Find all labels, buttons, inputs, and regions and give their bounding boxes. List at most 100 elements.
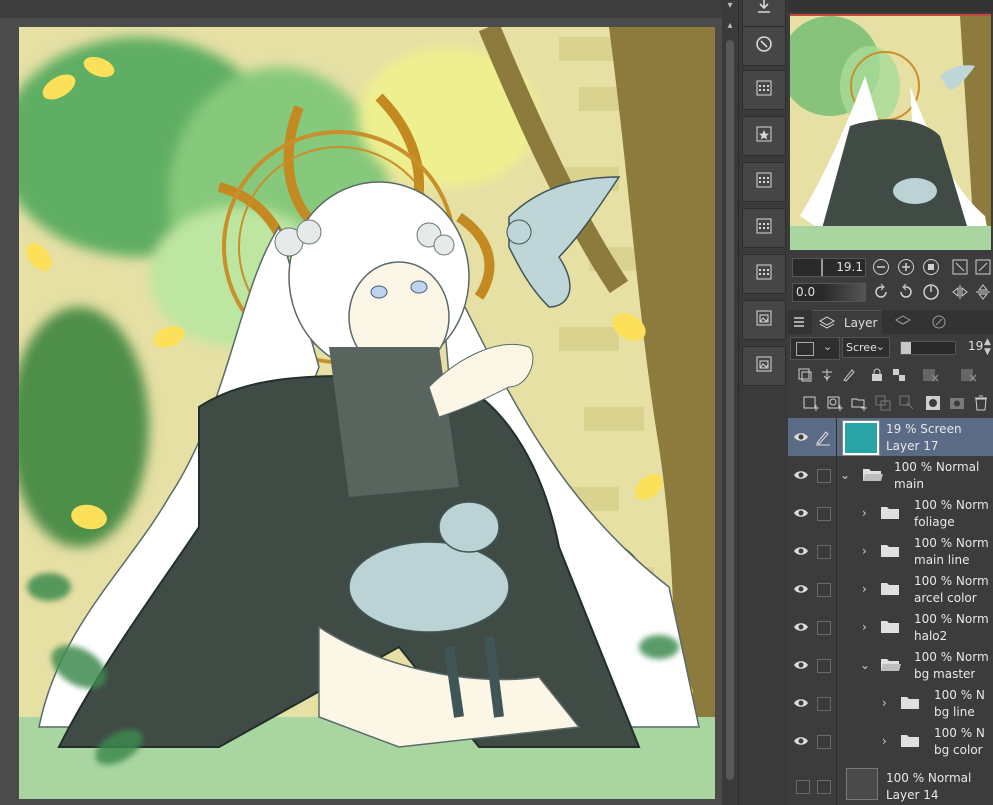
- lock-transparent-icon[interactable]: [890, 366, 908, 384]
- chevron-right-icon[interactable]: ›: [862, 544, 867, 558]
- layer-row-layer-17[interactable]: 19 % Screen Layer 17: [788, 418, 993, 457]
- chevron-right-icon[interactable]: ›: [882, 696, 887, 710]
- blend-mode-value: Scree: [846, 341, 877, 354]
- actual-size-icon[interactable]: [922, 258, 940, 276]
- new-folder-icon[interactable]: [850, 394, 868, 412]
- scroll-up-arrow-icon[interactable]: ▴: [724, 20, 736, 32]
- panel-menu-icon[interactable]: [790, 313, 808, 331]
- layer-name: halo2: [914, 629, 948, 643]
- material-button-4[interactable]: [742, 254, 786, 294]
- eye-icon[interactable]: [792, 732, 810, 750]
- layer-row-bg-color[interactable]: › 100 % N bg color: [788, 722, 993, 761]
- chevron-right-icon[interactable]: ›: [862, 620, 867, 634]
- mask-range-icon[interactable]: [960, 366, 978, 384]
- edit-lock-box[interactable]: [817, 583, 831, 597]
- layer-percent: 100 % Norm: [914, 650, 989, 664]
- layer-row-bg-master[interactable]: ⌄ 100 % Norm bg master: [788, 646, 993, 685]
- layer-row-main[interactable]: ⌄ 100 % Normal main: [788, 456, 993, 495]
- layer-percent: 100 % Norm: [914, 536, 989, 550]
- transfer-down-icon[interactable]: [874, 394, 892, 412]
- edit-lock-box[interactable]: [817, 735, 831, 749]
- blend-color-select[interactable]: ⌄: [790, 337, 840, 360]
- lock-icon[interactable]: [868, 366, 886, 384]
- edit-lock-box[interactable]: [817, 507, 831, 521]
- eye-icon[interactable]: [792, 618, 810, 636]
- chevron-down-icon[interactable]: ⌄: [860, 658, 870, 672]
- search-layer-icon: [930, 313, 948, 331]
- layer-row-bg-line[interactable]: › 100 % N bg line: [788, 684, 993, 723]
- chevron-right-icon[interactable]: ›: [882, 734, 887, 748]
- tab-search[interactable]: [924, 310, 954, 334]
- eye-icon[interactable]: [792, 466, 810, 484]
- canvas-scrollbar[interactable]: ▾ ▴: [722, 0, 738, 805]
- zoom-slider[interactable]: 19.1: [792, 258, 866, 277]
- eye-icon[interactable]: [792, 656, 810, 674]
- edit-lock-box[interactable]: [817, 780, 831, 794]
- scroll-thumb[interactable]: [726, 40, 734, 780]
- chevron-right-icon[interactable]: ›: [862, 582, 867, 596]
- artwork-illustration: [19, 27, 715, 799]
- spinner-icon[interactable]: ▲ ▼: [984, 337, 991, 357]
- apply-mask-icon[interactable]: [948, 394, 966, 412]
- scroll-up-icon[interactable]: ▾: [724, 0, 736, 12]
- navigator-button[interactable]: [742, 26, 786, 66]
- download-button[interactable]: [742, 0, 786, 28]
- canvas-top-bar: [0, 0, 724, 18]
- navigator-preview[interactable]: [790, 14, 991, 250]
- reference-layer-icon[interactable]: [818, 366, 836, 384]
- layer-row-layer-14[interactable]: 100 % Normal Layer 14: [788, 760, 993, 805]
- delete-layer-icon[interactable]: [972, 394, 990, 412]
- image-material-button-1[interactable]: [742, 300, 786, 340]
- image-material-button-2[interactable]: [742, 346, 786, 386]
- reset-rotation-icon[interactable]: [922, 283, 940, 301]
- image-material-icon: [754, 354, 774, 378]
- eye-icon[interactable]: [792, 694, 810, 712]
- clip-layer-icon[interactable]: [796, 366, 814, 384]
- opacity-slider[interactable]: [900, 341, 956, 355]
- zoom-in-icon[interactable]: [897, 258, 915, 276]
- merge-down-icon[interactable]: [898, 394, 916, 412]
- rotate-slider[interactable]: 0.0: [792, 283, 866, 302]
- rotate-left-icon[interactable]: [872, 283, 890, 301]
- favorite-material-button[interactable]: [742, 116, 786, 156]
- rotate-right-icon[interactable]: [897, 283, 915, 301]
- fit-screen-icon[interactable]: [951, 258, 969, 276]
- material-button-3[interactable]: [742, 208, 786, 248]
- flip-vertical-icon[interactable]: [974, 283, 992, 301]
- layer-row-main-line[interactable]: › 100 % Norm main line: [788, 532, 993, 571]
- canvas-area[interactable]: [0, 0, 724, 805]
- layer-row-arcel-color[interactable]: › 100 % Norm arcel color: [788, 570, 993, 609]
- folder-icon: [900, 733, 920, 749]
- new-vector-layer-icon[interactable]: [826, 394, 844, 412]
- edit-lock-box[interactable]: [817, 621, 831, 635]
- edit-lock-box[interactable]: [817, 659, 831, 673]
- edit-lock-box[interactable]: [817, 545, 831, 559]
- eye-icon[interactable]: [792, 428, 810, 446]
- edit-lock-box[interactable]: [817, 469, 831, 483]
- layer-mask-icon[interactable]: [924, 394, 942, 412]
- new-raster-layer-icon[interactable]: [802, 394, 820, 412]
- eye-icon[interactable]: [792, 580, 810, 598]
- material-button-1[interactable]: [742, 70, 786, 110]
- layer-percent: 100 % Normal: [886, 771, 972, 785]
- chevron-down-icon[interactable]: ⌄: [840, 468, 850, 482]
- mask-enable-icon[interactable]: [922, 366, 940, 384]
- edit-lock-box[interactable]: [817, 697, 831, 711]
- tab-layer[interactable]: Layer: [812, 310, 882, 335]
- zoom-out-icon[interactable]: [872, 258, 890, 276]
- pen-edit-icon: [814, 428, 832, 450]
- layer-row-foliage[interactable]: › 100 % Norm foliage: [788, 494, 993, 533]
- fit-window-icon[interactable]: [974, 258, 992, 276]
- material-button-2[interactable]: [742, 162, 786, 202]
- blend-mode-select[interactable]: Scree ⌄: [842, 337, 890, 358]
- artwork-canvas[interactable]: [19, 27, 715, 799]
- visibility-box[interactable]: [796, 780, 810, 794]
- eye-icon[interactable]: [792, 504, 810, 522]
- chevron-right-icon[interactable]: ›: [862, 506, 867, 520]
- layer-percent: 100 % Norm: [914, 612, 989, 626]
- eye-icon[interactable]: [792, 542, 810, 560]
- flip-horizontal-icon[interactable]: [951, 283, 969, 301]
- draft-layer-icon[interactable]: [840, 366, 858, 384]
- tab-layer-property[interactable]: [888, 310, 918, 334]
- layer-row-halo2[interactable]: › 100 % Norm halo2: [788, 608, 993, 647]
